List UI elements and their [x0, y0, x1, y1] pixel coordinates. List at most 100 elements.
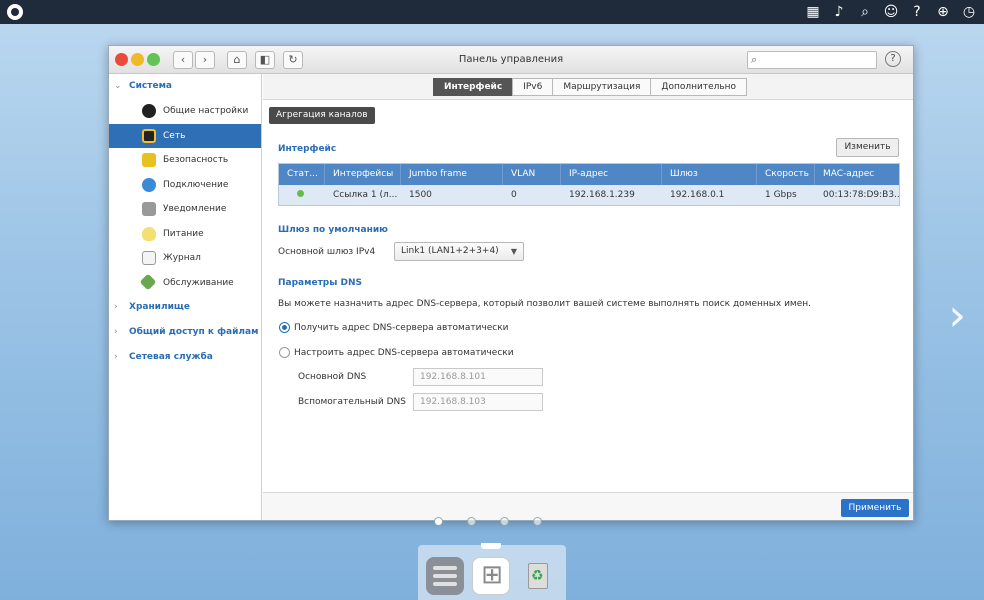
sidebar-item-label: Безопасность: [163, 155, 229, 165]
search-input[interactable]: [764, 53, 874, 67]
interface-section-title: Интерфейс: [278, 144, 337, 154]
column-header[interactable]: Стат...: [279, 164, 325, 185]
sidebar: ⌄ Система Общие настройки Сеть Безопасно…: [109, 74, 262, 520]
sidebar-item-power[interactable]: Питание: [109, 222, 261, 247]
control-panel-dock-icon[interactable]: [426, 557, 464, 595]
desktop-next-arrow-icon[interactable]: ›: [948, 290, 966, 341]
system-topbar: ▦ ♪ ⌕ ☺ ? ⊕ ◷: [0, 0, 984, 24]
chevron-right-icon: ›: [114, 352, 118, 362]
sidebar-item-label: Журнал: [163, 253, 201, 263]
primary-dns-field[interactable]: 192.168.8.101: [413, 368, 543, 386]
dns-manual-label[interactable]: Настроить адрес DNS-сервера автоматическ…: [294, 348, 514, 358]
lock-icon: [142, 153, 156, 167]
dock-notch: [481, 543, 501, 549]
dns-auto-radio[interactable]: [279, 322, 290, 333]
gateway-select-value: Link1 (LAN1+2+3+4): [401, 246, 499, 256]
sidebar-group-label: Общий доступ к файлам: [129, 327, 259, 337]
dock: [418, 543, 566, 600]
search-icon: ⌕: [751, 53, 758, 66]
user-icon[interactable]: ☺: [882, 3, 900, 21]
globe-icon[interactable]: ⊕: [934, 3, 952, 21]
table-cell: 1500: [409, 190, 432, 200]
sidebar-item-label: Сеть: [163, 130, 186, 141]
sidebar-item-label: Подключение: [163, 179, 229, 190]
secondary-dns-field[interactable]: 192.168.8.103: [413, 393, 543, 411]
column-header[interactable]: Шлюз: [662, 164, 757, 185]
bell-icon[interactable]: ♪: [830, 3, 848, 21]
sidebar-group-file-sharing[interactable]: › Общий доступ к файлам: [109, 320, 261, 345]
sidebar-group-label: Хранилище: [129, 302, 190, 312]
chevron-right-icon: ›: [114, 327, 118, 337]
gateway-section-title: Шлюз по умолчанию: [278, 225, 388, 235]
dns-description: Вы можете назначить адрес DNS-сервера, к…: [278, 299, 811, 309]
gear-icon: [142, 104, 156, 118]
apply-button[interactable]: Применить: [841, 499, 909, 517]
tab-ipv6[interactable]: IPv6: [512, 78, 554, 96]
sidebar-group-storage[interactable]: › Хранилище: [109, 295, 261, 320]
page-dot[interactable]: [467, 517, 476, 526]
topbar-icons: ▦ ♪ ⌕ ☺ ? ⊕ ◷: [804, 3, 978, 21]
search-box[interactable]: ⌕: [747, 51, 877, 69]
table-row[interactable]: Ссылка 1 (л... 1500 0 192.168.1.239 192.…: [279, 185, 899, 205]
apps-dock-icon[interactable]: [472, 557, 511, 595]
table-cell: 1 Gbps: [765, 190, 797, 200]
dns-auto-label[interactable]: Получить адрес DNS-сервера автоматически: [294, 323, 509, 333]
sidebar-item-label: Обслуживание: [163, 277, 234, 288]
sidebar-item-log[interactable]: Журнал: [109, 246, 261, 271]
apps-grid-icon[interactable]: ▦: [804, 3, 822, 21]
link-aggregation-button[interactable]: Агрегация каналов: [269, 107, 375, 124]
sidebar-group-network-service[interactable]: › Сетевая служба: [109, 345, 261, 370]
column-header[interactable]: Скорость: [757, 164, 815, 185]
column-header[interactable]: VLAN: [503, 164, 561, 185]
help-button[interactable]: ?: [885, 51, 901, 67]
page-dot[interactable]: [533, 517, 542, 526]
column-header[interactable]: MAC-адрес: [815, 164, 899, 185]
status-cell: [279, 185, 325, 205]
table-cell: 192.168.0.1: [670, 190, 725, 200]
bulb-icon: [142, 226, 156, 241]
control-panel-window: ‹ › ⌂ ◧ ↻ Панель управления ⌕ ? ⌄ Систем…: [108, 45, 914, 521]
tools-icon: [139, 273, 157, 290]
sidebar-item-notification[interactable]: Уведомление: [109, 197, 261, 222]
sidebar-item-security[interactable]: Безопасность: [109, 148, 261, 173]
window-titlebar: ‹ › ⌂ ◧ ↻ Панель управления ⌕ ?: [109, 46, 913, 74]
recycle-bin-dock-icon[interactable]: [518, 557, 556, 595]
status-dot-icon: [297, 190, 304, 197]
sidebar-group-label: Система: [129, 81, 172, 91]
column-header[interactable]: IP-адрес: [561, 164, 662, 185]
column-header[interactable]: Интерфейсы: [325, 164, 401, 185]
dns-section-title: Параметры DNS: [278, 278, 362, 288]
primary-dns-label: Основной DNS: [298, 372, 367, 382]
table-cell: 0: [511, 190, 517, 200]
sidebar-item-network[interactable]: Сеть: [109, 123, 261, 148]
sidebar-group-system[interactable]: ⌄ Система: [109, 74, 261, 99]
page-dot[interactable]: [500, 517, 509, 526]
chevron-down-icon: ▼: [510, 247, 517, 256]
gateway-select[interactable]: Link1 (LAN1+2+3+4) ▼: [394, 242, 524, 261]
qnap-logo-icon[interactable]: [7, 4, 23, 20]
sidebar-group-label: Сетевая служба: [129, 352, 213, 362]
column-header[interactable]: Jumbo frame: [401, 164, 503, 185]
tab-interface[interactable]: Интерфейс: [433, 78, 514, 96]
tab-advanced[interactable]: Дополнительно: [650, 78, 748, 96]
sidebar-item-connection[interactable]: Подключение: [109, 173, 261, 198]
main-content: Интерфейс IPv6 Маршрутизация Дополнитель…: [263, 74, 913, 520]
tabs-bar: Интерфейс IPv6 Маршрутизация Дополнитель…: [263, 74, 913, 100]
sliders-icon: [433, 566, 457, 590]
page-dot[interactable]: [434, 517, 443, 526]
desktop-page-dots: [434, 517, 542, 526]
edit-button[interactable]: Изменить: [836, 138, 899, 157]
trash-icon: [528, 563, 548, 589]
window-footer: Применить: [263, 492, 913, 520]
chevron-right-icon: ›: [114, 302, 118, 312]
gateway-label: Основной шлюз IPv4: [278, 247, 376, 257]
dashboard-icon[interactable]: ◷: [960, 3, 978, 21]
dns-manual-radio[interactable]: [279, 347, 290, 358]
sidebar-item-label: Уведомление: [163, 204, 227, 214]
tab-routing[interactable]: Маршрутизация: [552, 78, 652, 96]
sidebar-item-maintenance[interactable]: Обслуживание: [109, 271, 261, 296]
search-icon[interactable]: ⌕: [856, 3, 874, 21]
sidebar-item-label: Общие настройки: [163, 106, 249, 116]
help-icon[interactable]: ?: [908, 3, 926, 21]
sidebar-item-general[interactable]: Общие настройки: [109, 99, 261, 124]
